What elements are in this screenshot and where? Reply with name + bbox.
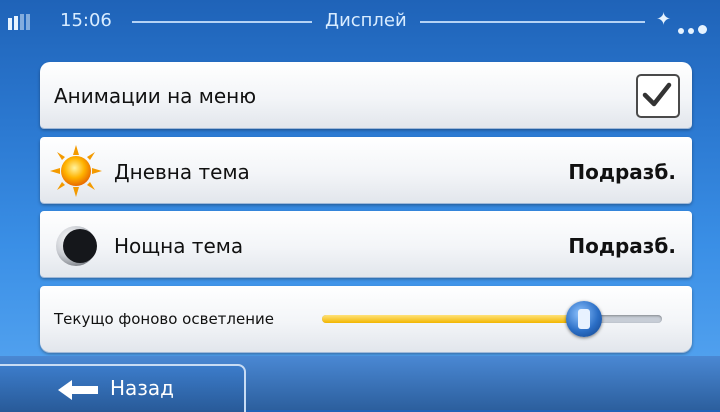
setting-label: Дневна тема — [114, 160, 250, 184]
day-theme-value: Подразб. — [568, 160, 676, 184]
status-divider-right — [420, 21, 645, 23]
clock-time: 15:06 — [60, 10, 112, 31]
satellite-icon: ✦ — [656, 9, 672, 30]
gps-status-dots — [678, 18, 711, 39]
back-button[interactable]: Назад — [0, 364, 246, 412]
setting-label: Анимации на меню — [54, 84, 257, 108]
arrow-left-icon — [58, 380, 98, 400]
setting-day-theme[interactable]: Дневна тема Подразб. — [40, 137, 692, 203]
back-button-label: Назад — [110, 376, 175, 400]
signal-bars-icon — [8, 14, 44, 30]
checkmark-icon — [642, 82, 672, 107]
setting-label: Нощна тема — [114, 234, 244, 258]
night-theme-value: Подразб. — [568, 234, 676, 258]
setting-label: Текущо фоново осветление — [54, 310, 275, 328]
moon-icon — [56, 226, 97, 266]
backlight-slider[interactable] — [322, 301, 662, 337]
setting-night-theme[interactable]: Нощна тема Подразб. — [40, 211, 692, 277]
setting-menu-animations[interactable]: Анимации на меню — [40, 62, 692, 128]
menu-animations-checkbox[interactable] — [636, 74, 680, 118]
setting-backlight: Текущо фоново осветление — [40, 286, 692, 352]
backlight-slider-handle[interactable] — [565, 301, 602, 337]
backlight-slider-fill — [322, 315, 584, 323]
status-bar: 15:06 Дисплей ✦ — [0, 0, 720, 44]
page-title: Дисплей — [325, 10, 407, 31]
status-divider-left — [132, 21, 312, 23]
sun-icon — [50, 145, 102, 197]
